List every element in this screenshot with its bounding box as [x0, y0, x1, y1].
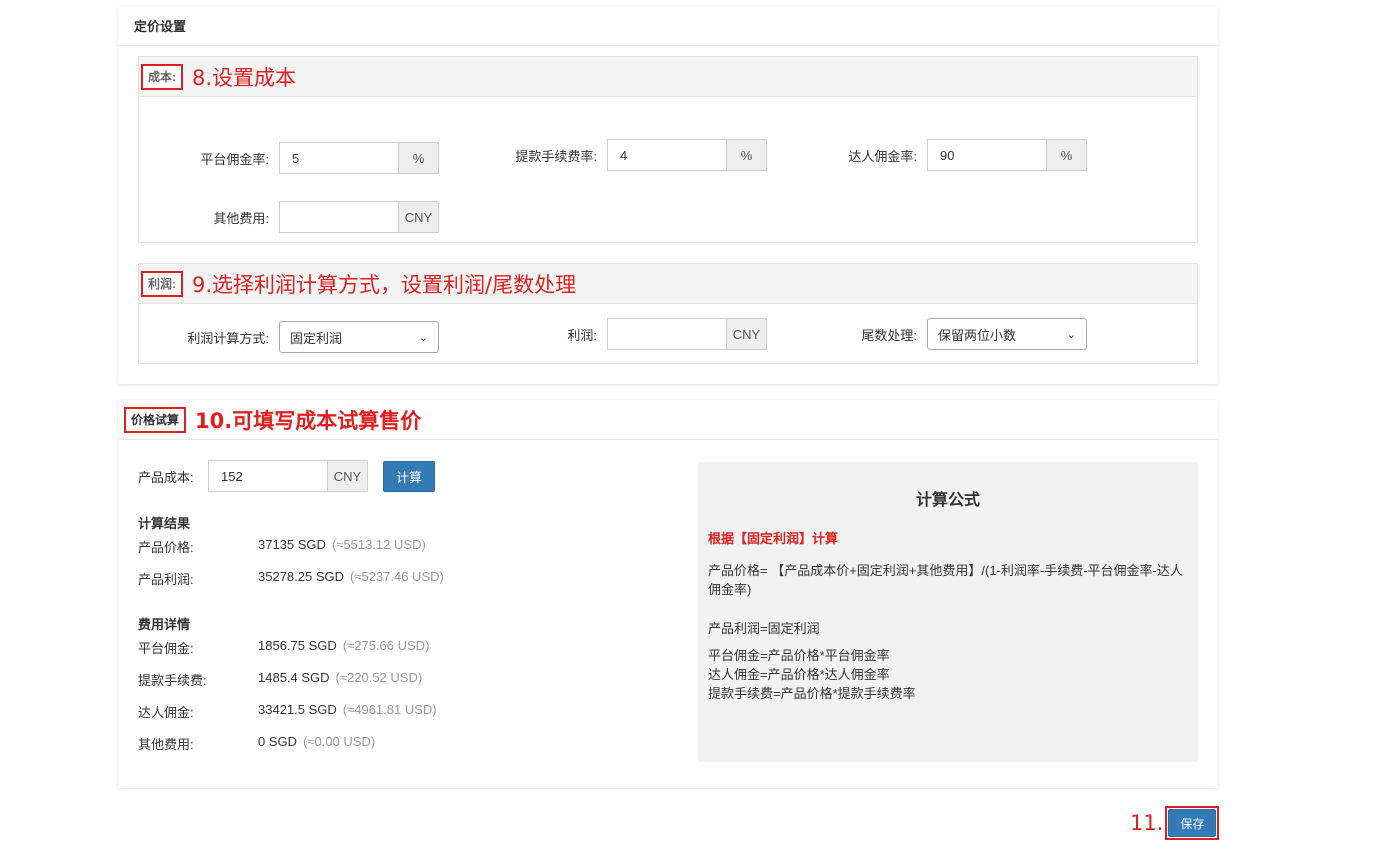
- influencer-commission-unit: %: [1047, 139, 1087, 171]
- rounding-label: 尾数处理:: [861, 327, 917, 343]
- other-fee-field: 其他费用: CNY: [159, 201, 439, 233]
- fee-row-platform: 平台佣金: 1856.75 SGD (≈275.66 USD): [138, 638, 430, 656]
- withdraw-formula: 提款手续费=产品价格*提款手续费率: [708, 686, 916, 701]
- product-cost-unit: CNY: [328, 460, 368, 492]
- profit-value-unit: CNY: [727, 318, 767, 350]
- profit-value-label: 利润:: [567, 327, 597, 343]
- profit-section-label: 利润:: [141, 270, 183, 297]
- save-annotation: 11.: [1130, 811, 1164, 835]
- profit-method-selected: 固定利润: [290, 330, 343, 346]
- profit-value-field: 利润: CNY: [479, 318, 767, 350]
- withdraw-fee-unit: %: [727, 139, 767, 171]
- influencer-commission-label: 达人佣金率:: [848, 148, 917, 164]
- price-trial-header: 价格试算 10.可填写成本试算售价: [118, 400, 1218, 440]
- pricing-settings-panel: 定价设置 成本: 8.设置成本 平台佣金率: 5 % 提款手续费率: 4 % 达…: [118, 6, 1218, 384]
- result-row-price: 产品价格: 37135 SGD (≈5513.12 USD): [138, 537, 426, 555]
- profit-annotation: 9.选择利润计算方式，设置利润/尾数处理: [192, 272, 577, 297]
- profit-method-label: 利润计算方式:: [187, 330, 269, 346]
- product-cost-field: 产品成本: 152 CNY 计算: [138, 460, 435, 492]
- profit-section-header: 利润: 9.选择利润计算方式，设置利润/尾数处理: [139, 264, 1197, 304]
- withdraw-fee-input[interactable]: 4: [607, 139, 727, 171]
- rounding-select[interactable]: 保留两位小数 ⌄: [927, 318, 1087, 350]
- rounding-selected: 保留两位小数: [938, 327, 1017, 343]
- fees-title: 费用详情: [138, 617, 191, 632]
- profit-method-select[interactable]: 固定利润 ⌄: [279, 321, 439, 353]
- pricing-settings-title: 定价设置: [118, 6, 1218, 46]
- price-trial-annotation: 10.可填写成本试算售价: [195, 408, 422, 433]
- influencer-commission-input[interactable]: 90: [927, 139, 1047, 171]
- platform-commission-unit: %: [399, 142, 439, 174]
- fee-row-influencer: 达人佣金: 33421.5 SGD (≈4961.81 USD): [138, 702, 437, 720]
- price-trial-panel: 价格试算 10.可填写成本试算售价 产品成本: 152 CNY 计算 计算结果 …: [118, 400, 1218, 788]
- calculate-button[interactable]: 计算: [383, 460, 435, 492]
- formula-box: 计算公式 根据【固定利润】计算 产品价格= 【产品成本价+固定利润+其他费用】/…: [698, 462, 1198, 762]
- platform-commission-label: 平台佣金率:: [200, 151, 269, 167]
- footer-actions: 11. 保存: [1130, 806, 1220, 840]
- cost-section: 成本: 8.设置成本 平台佣金率: 5 % 提款手续费率: 4 % 达人佣金率:…: [138, 56, 1198, 243]
- result-row-profit: 产品利润: 35278.25 SGD (≈5237.46 USD): [138, 569, 444, 587]
- platform-formula: 平台佣金=产品价格*平台佣金率: [708, 648, 890, 663]
- withdraw-fee-label: 提款手续费率:: [515, 148, 597, 164]
- influencer-commission-field: 达人佣金率: 90 %: [799, 139, 1087, 171]
- save-highlight: 保存: [1165, 806, 1220, 840]
- formula-subtitle: 根据【固定利润】计算: [708, 531, 839, 546]
- product-cost-input[interactable]: 152: [208, 460, 328, 492]
- fee-row-other: 其他费用: 0 SGD (≈0.00 USD): [138, 734, 376, 752]
- results-title: 计算结果: [138, 516, 191, 531]
- profit-method-field: 利润计算方式: 固定利润 ⌄: [159, 321, 439, 353]
- platform-commission-input[interactable]: 5: [279, 142, 399, 174]
- chevron-down-icon: ⌄: [418, 331, 428, 344]
- chevron-down-icon: ⌄: [1066, 328, 1076, 341]
- cost-section-header: 成本: 8.设置成本: [139, 57, 1197, 97]
- other-fee-label: 其他费用:: [213, 210, 269, 226]
- influencer-formula: 达人佣金=产品价格*达人佣金率: [708, 667, 890, 682]
- platform-commission-field: 平台佣金率: 5 %: [159, 142, 439, 174]
- other-fee-input[interactable]: [279, 201, 399, 233]
- price-formula: 产品价格= 【产品成本价+固定利润+其他费用】/(1-利润率-手续费-平台佣金率…: [708, 563, 1183, 597]
- profit-formula: 产品利润=固定利润: [708, 621, 820, 636]
- profit-value-input[interactable]: [607, 318, 727, 350]
- other-fee-unit: CNY: [399, 201, 439, 233]
- cost-section-label: 成本:: [141, 63, 183, 90]
- withdraw-fee-field: 提款手续费率: 4 %: [479, 139, 767, 171]
- product-cost-label: 产品成本:: [138, 469, 194, 485]
- rounding-field: 尾数处理: 保留两位小数 ⌄: [799, 318, 1087, 350]
- formula-title: 计算公式: [915, 492, 980, 509]
- fee-row-withdraw: 提款手续费: 1485.4 SGD (≈220.52 USD): [138, 670, 423, 688]
- price-trial-title: 价格试算: [124, 406, 187, 433]
- cost-annotation: 8.设置成本: [192, 65, 297, 90]
- profit-section: 利润: 9.选择利润计算方式，设置利润/尾数处理 利润计算方式: 固定利润 ⌄ …: [138, 263, 1198, 364]
- save-button[interactable]: 保存: [1168, 809, 1217, 837]
